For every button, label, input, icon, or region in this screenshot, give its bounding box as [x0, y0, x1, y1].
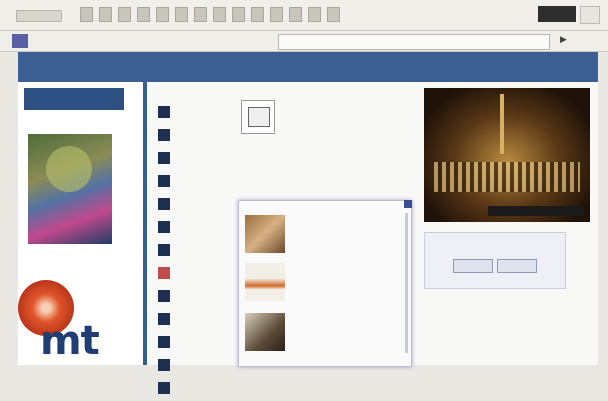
page-content: mt — [18, 82, 598, 394]
side-menu-item[interactable] — [158, 286, 238, 305]
square-icon — [158, 289, 170, 302]
back-button[interactable] — [16, 10, 62, 22]
popup-item-image — [245, 263, 285, 301]
page-icon — [12, 34, 28, 48]
popup-item-image — [245, 313, 285, 351]
toolbar-icon[interactable] — [175, 7, 188, 22]
toolbar-icon[interactable] — [213, 7, 226, 22]
close-icon[interactable] — [404, 200, 412, 208]
go-arrow-icon[interactable]: ▶ — [560, 35, 567, 45]
mt-brand-logo: mt — [40, 318, 100, 364]
site-logo[interactable] — [24, 88, 124, 110]
side-menu-item[interactable] — [158, 355, 238, 374]
toolbar-icon[interactable] — [251, 7, 264, 22]
toolbar-icon[interactable] — [80, 7, 93, 22]
throbber-logo — [538, 6, 576, 22]
side-menu-item[interactable] — [158, 194, 238, 213]
info-button[interactable] — [497, 259, 537, 273]
toolbar-icon[interactable] — [194, 7, 207, 22]
square-icon — [158, 358, 170, 371]
news-popup — [238, 200, 412, 367]
square-icon — [158, 105, 170, 118]
browser-toolbar — [0, 0, 608, 31]
side-menu-item[interactable] — [158, 125, 238, 144]
hero-spire — [500, 94, 504, 154]
popup-scrollbar[interactable] — [405, 213, 408, 353]
toolbar-icon[interactable] — [232, 7, 245, 22]
hero-photo[interactable] — [424, 88, 590, 222]
square-icon — [158, 197, 170, 210]
poster-image[interactable] — [28, 134, 112, 244]
side-menu-item[interactable] — [158, 171, 238, 190]
popup-item-image — [245, 215, 285, 253]
toolbar-icon[interactable] — [137, 7, 150, 22]
side-menu-item[interactable] — [158, 309, 238, 328]
square-icon — [158, 220, 170, 233]
side-menu-item[interactable] — [158, 240, 238, 259]
toolbar-icon[interactable] — [270, 7, 283, 22]
poster-highlight — [46, 146, 92, 192]
window-control[interactable] — [580, 6, 600, 24]
square-icon — [158, 128, 170, 141]
square-icon — [158, 174, 170, 187]
square-icon — [158, 151, 170, 164]
square-icon — [158, 243, 170, 256]
square-icon — [158, 335, 170, 348]
info-panel — [424, 232, 566, 289]
side-menu-item[interactable] — [158, 148, 238, 167]
square-icon — [158, 312, 170, 325]
popup-item[interactable] — [245, 263, 395, 301]
left-column: mt — [18, 82, 147, 365]
thumbnail-graphic — [248, 107, 270, 127]
side-menu — [158, 102, 238, 401]
popup-item[interactable] — [245, 215, 395, 253]
toolbar-icon[interactable] — [327, 7, 340, 22]
side-menu-item[interactable] — [158, 217, 238, 236]
square-icon — [158, 266, 170, 279]
address-bar: ▶ — [0, 31, 608, 52]
article-thumbnail[interactable] — [241, 100, 275, 134]
toolbar-right — [538, 6, 600, 24]
site-navigation — [18, 52, 598, 82]
toolbar-icon[interactable] — [308, 7, 321, 22]
browser-window: ▶ mt — [0, 0, 608, 394]
side-menu-item[interactable] — [158, 102, 238, 121]
side-menu-item[interactable] — [158, 263, 238, 282]
toolbar-icon[interactable] — [118, 7, 131, 22]
side-menu-item[interactable] — [158, 378, 238, 397]
hero-banner — [488, 206, 584, 216]
toolbar-icon[interactable] — [289, 7, 302, 22]
square-icon — [158, 381, 170, 394]
url-input[interactable] — [278, 34, 550, 50]
side-menu-item[interactable] — [158, 332, 238, 351]
toolbar-icon[interactable] — [99, 7, 112, 22]
toolbar-icon[interactable] — [156, 7, 169, 22]
popup-item[interactable] — [245, 313, 395, 351]
hero-crowd — [434, 162, 580, 192]
toolbar-icons — [80, 7, 340, 22]
info-button[interactable] — [453, 259, 493, 273]
